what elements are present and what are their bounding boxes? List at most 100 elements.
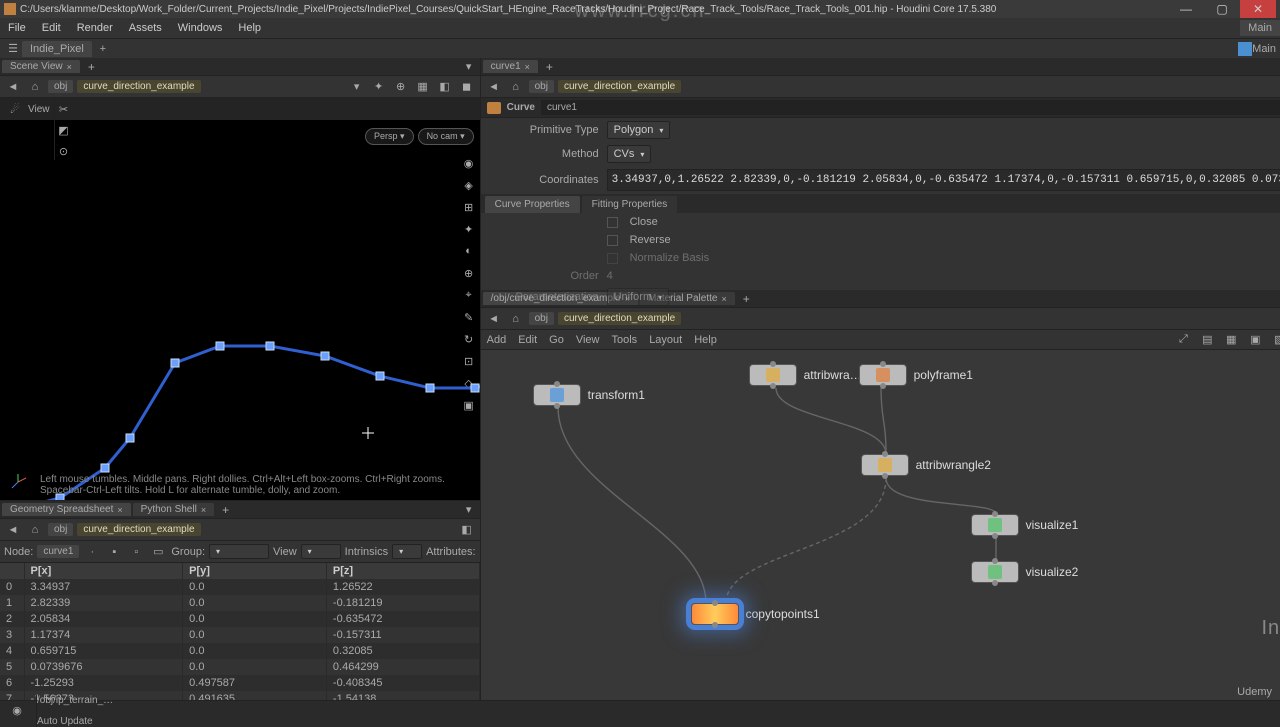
menu-file[interactable]: File — [0, 20, 34, 36]
pane-tab-parm[interactable]: curve1× — [483, 60, 538, 73]
vp-tool-b[interactable]: ✦ — [370, 78, 388, 96]
pane-menu-icon[interactable]: ▾ — [460, 501, 478, 519]
node-name-field[interactable]: curve1 — [541, 100, 1280, 115]
home-icon[interactable]: ⌂ — [26, 521, 44, 539]
shelf-main-label[interactable]: Main — [1252, 43, 1276, 55]
path-obj[interactable]: obj — [48, 80, 73, 93]
table-row[interactable]: 03.349370.01.26522 — [0, 579, 479, 595]
desktop-main[interactable]: Main — [1240, 20, 1280, 36]
net-menu-tools[interactable]: Tools — [612, 334, 638, 346]
vp-tool-d[interactable]: ▦ — [414, 78, 432, 96]
pane-add-icon[interactable]: + — [82, 60, 101, 74]
back-icon[interactable]: ◄ — [4, 521, 22, 539]
maximize-button[interactable]: ▢ — [1204, 0, 1240, 18]
path-node[interactable]: curve_direction_example — [77, 80, 200, 93]
back-icon[interactable]: ◄ — [485, 78, 503, 96]
table-row[interactable]: 50.07396760.00.464299 — [0, 659, 479, 675]
menu-windows[interactable]: Windows — [170, 20, 231, 36]
path-node[interactable]: curve_direction_example — [558, 80, 681, 93]
menu-help[interactable]: Help — [230, 20, 269, 36]
net-menu-view[interactable]: View — [576, 334, 600, 346]
checkbox-normalize[interactable] — [607, 253, 618, 264]
minimize-button[interactable]: — — [1168, 0, 1204, 18]
pane-add-icon[interactable]: + — [540, 60, 559, 74]
shelf-main-icon[interactable] — [1238, 42, 1252, 56]
home-icon[interactable]: ⌂ — [26, 78, 44, 96]
node-field[interactable]: curve1 — [37, 545, 79, 558]
table-row[interactable]: 31.173740.0-0.157311 — [0, 627, 479, 643]
checkbox-reverse[interactable] — [607, 235, 618, 246]
node-transform1[interactable]: transform1 — [533, 384, 645, 406]
tab-python-shell[interactable]: Python Shell× — [133, 503, 214, 516]
close-icon[interactable]: × — [67, 62, 72, 72]
node-visualize1[interactable]: visualize1 — [971, 514, 1079, 536]
path-obj[interactable]: obj — [48, 523, 73, 536]
net-icon-2[interactable]: ▤ — [1198, 331, 1216, 349]
parm-method[interactable]: CVs — [607, 145, 652, 163]
net-icon-4[interactable]: ▣ — [1246, 331, 1264, 349]
vp-tool-f[interactable]: ◼ — [458, 78, 476, 96]
vp-tool-c[interactable]: ⊕ — [392, 78, 410, 96]
status-auto-update[interactable]: Auto Update — [37, 716, 1272, 727]
back-icon[interactable]: ◄ — [485, 310, 503, 328]
node-attribwrangle1[interactable]: attribwra… — [749, 364, 862, 386]
mode-prim-icon[interactable]: ▫ — [127, 543, 145, 561]
vp-tool-a[interactable]: ▾ — [348, 78, 366, 96]
node-attribwrangle2[interactable]: attribwrangle2 — [861, 454, 991, 476]
intrinsics-dropdown[interactable] — [392, 544, 422, 559]
col-header[interactable] — [0, 563, 24, 579]
net-icon-5[interactable]: ▧ — [1270, 331, 1280, 349]
menu-assets[interactable]: Assets — [121, 20, 170, 36]
home-icon[interactable]: ⌂ — [507, 78, 525, 96]
back-icon[interactable]: ◄ — [4, 78, 22, 96]
table-row[interactable]: 6-1.252930.497587-0.408345 — [0, 675, 479, 691]
pane-add-icon[interactable]: + — [216, 503, 235, 517]
node-visualize2[interactable]: visualize2 — [971, 561, 1079, 583]
path-node[interactable]: curve_direction_example — [558, 312, 681, 325]
vp-tool-e[interactable]: ◧ — [436, 78, 454, 96]
shelf-menu-icon[interactable]: ☰ — [4, 40, 22, 58]
mode-vert-icon[interactable]: ▪ — [105, 543, 123, 561]
col-header[interactable]: P[y] — [183, 563, 327, 579]
net-menu-edit[interactable]: Edit — [518, 334, 537, 346]
path-node[interactable]: curve_direction_example — [77, 523, 200, 536]
menu-edit[interactable]: Edit — [34, 20, 69, 36]
shelf-add[interactable]: + — [94, 40, 112, 58]
net-menu-layout[interactable]: Layout — [649, 334, 682, 346]
net-menu-go[interactable]: Go — [549, 334, 564, 346]
close-icon[interactable]: × — [117, 505, 122, 515]
net-icon-3[interactable]: ▦ — [1222, 331, 1240, 349]
table-row[interactable]: 40.6597150.00.32085 — [0, 643, 479, 659]
parm-primtype[interactable]: Polygon — [607, 121, 671, 139]
close-icon[interactable]: × — [525, 62, 530, 72]
col-header[interactable]: P[x] — [24, 563, 183, 579]
node-polyframe1[interactable]: polyframe1 — [859, 364, 973, 386]
net-icon-1[interactable]: ⤢ — [1174, 331, 1192, 349]
subtab-fitting-props[interactable]: Fitting Properties — [582, 196, 678, 213]
spreadsheet[interactable]: P[x]P[y]P[z]03.349370.01.2652212.823390.… — [0, 563, 480, 700]
table-row[interactable]: 22.058340.0-0.635472 — [0, 611, 479, 627]
view-dropdown[interactable] — [301, 544, 341, 559]
sheet-tool[interactable]: ◧ — [458, 521, 476, 539]
net-menu-help[interactable]: Help — [694, 334, 717, 346]
mode-points-icon[interactable]: · — [83, 543, 101, 561]
mode-detail-icon[interactable]: ▭ — [149, 543, 167, 561]
pane-tab-sceneview[interactable]: Scene View × — [2, 60, 80, 73]
network-editor[interactable]: Geometry transform1 attribwra… polyframe… — [481, 350, 1280, 700]
parm-order[interactable]: 4 — [607, 270, 613, 282]
col-header[interactable]: P[z] — [326, 563, 479, 579]
subtab-curve-props[interactable]: Curve Properties — [485, 196, 580, 213]
path-obj[interactable]: obj — [529, 80, 554, 93]
tab-geo-spreadsheet[interactable]: Geometry Spreadsheet× — [2, 503, 131, 516]
status-icon[interactable]: ◉ — [8, 702, 26, 720]
node-copytopoints1[interactable]: copytopoints1 — [691, 603, 820, 625]
pane-menu-icon[interactable]: ▾ — [460, 58, 478, 76]
close-icon[interactable]: × — [201, 505, 206, 515]
menu-render[interactable]: Render — [69, 20, 121, 36]
parm-coords-field[interactable]: 3.34937,0,1.26522 2.82339,0,-0.181219 2.… — [607, 169, 1280, 191]
close-button[interactable]: ✕ — [1240, 0, 1276, 18]
home-icon[interactable]: ⌂ — [507, 310, 525, 328]
checkbox-close[interactable] — [607, 217, 618, 228]
group-dropdown[interactable] — [209, 544, 269, 559]
path-obj[interactable]: obj — [529, 312, 554, 325]
